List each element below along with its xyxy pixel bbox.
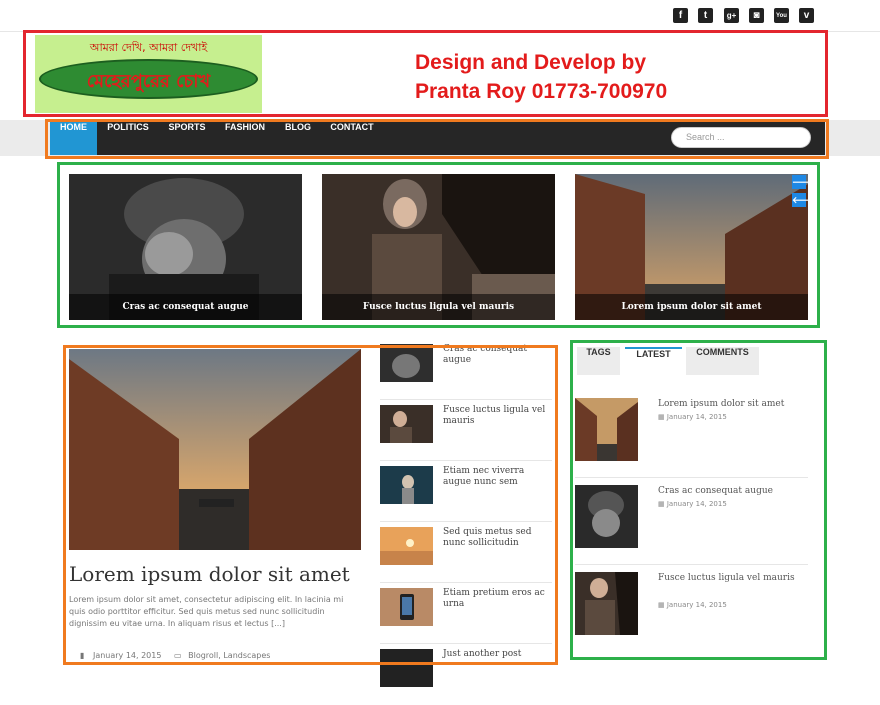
site-logo[interactable]: আমরা দেখি, আমরা দেখাই মেহেরপুরের চোখ [35,35,262,113]
facebook-icon[interactable]: f [673,8,688,23]
slider-annotation-box [57,162,820,328]
credit-line-1: Design and Develop by [415,51,647,74]
instagram-icon[interactable]: ◙ [749,8,764,23]
logo-oval: মেহেরপুরের চোখ [39,59,258,99]
vimeo-icon[interactable]: v [799,8,814,23]
google-plus-icon[interactable]: g+ [724,8,739,23]
logo-tagline: আমরা দেখি, আমরা দেখাই [89,41,208,54]
twitter-icon[interactable]: t [698,8,713,23]
nav-annotation-box [45,119,829,159]
youtube-icon[interactable]: You [774,8,789,23]
logo-title: মেহেরপুরের চোখ [86,71,211,92]
credit-line-2: Pranta Roy 01773-700970 [415,80,668,103]
sidebar-annotation-box [570,340,827,660]
developer-credit: Design and Develop by Pranta Roy 01773-7… [415,48,667,106]
main-content-annotation-box [63,345,558,665]
top-bar [0,0,880,32]
